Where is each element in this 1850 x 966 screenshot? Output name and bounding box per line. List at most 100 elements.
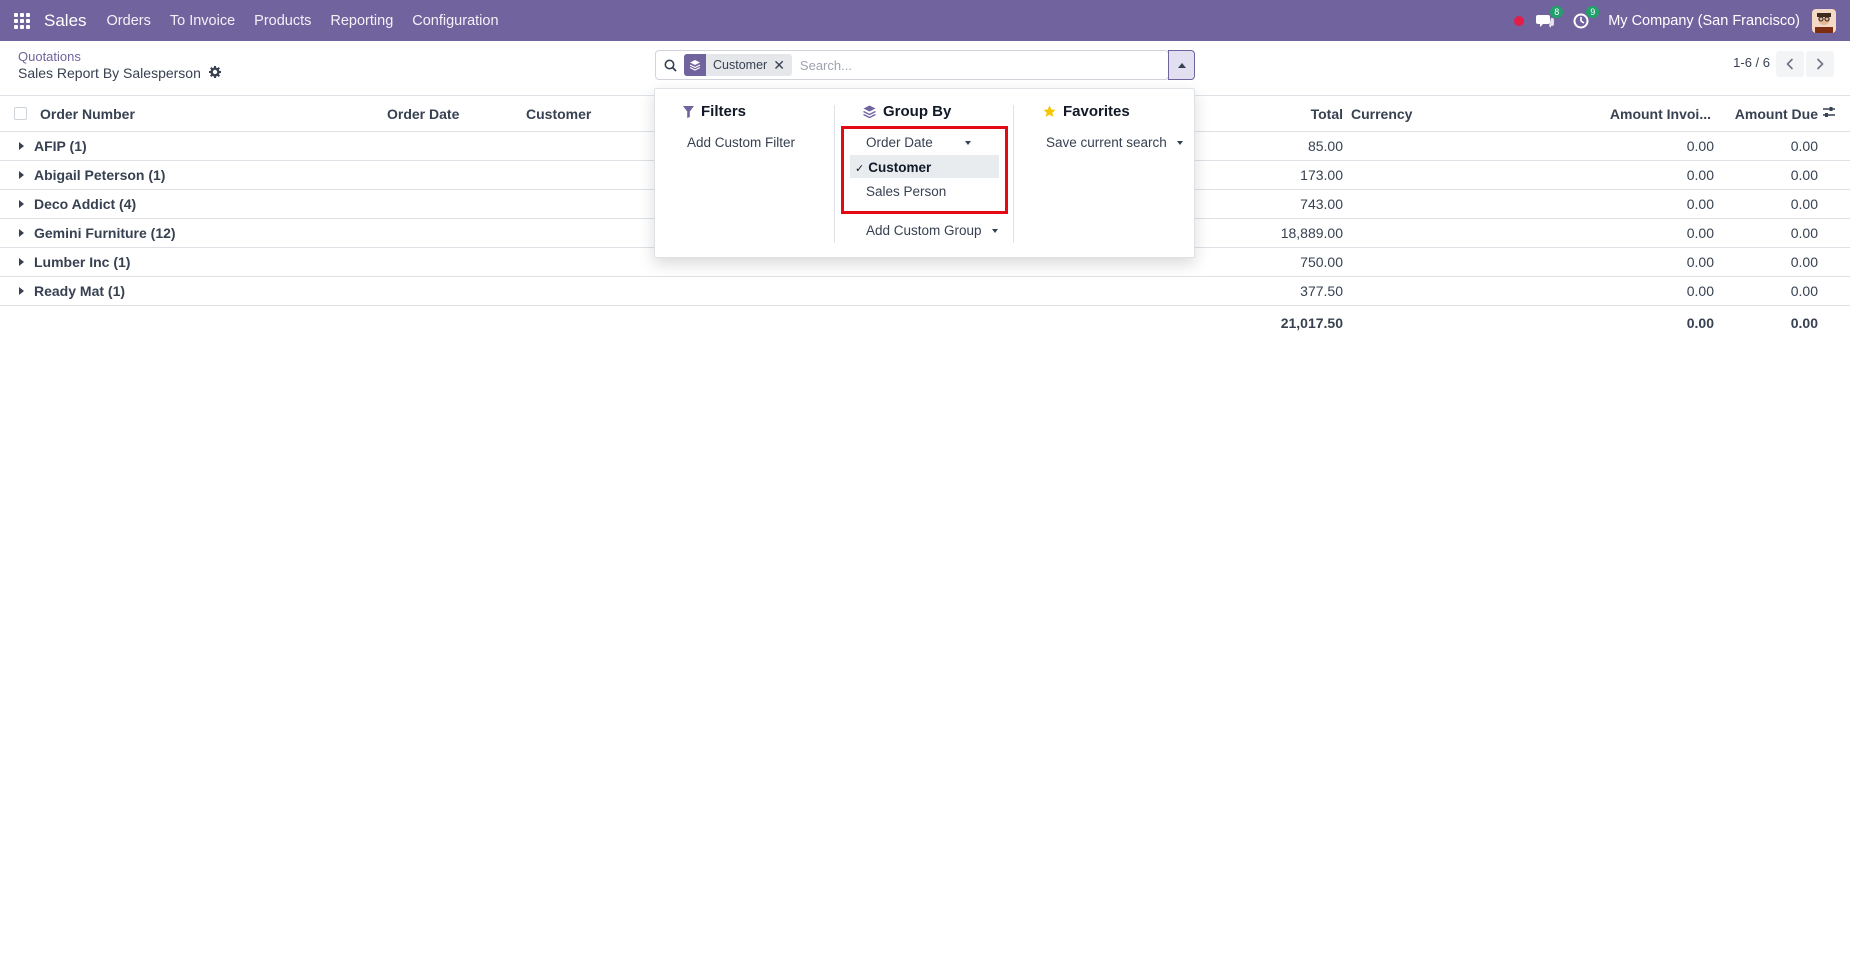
favorites-section: Favorites <box>1043 103 1130 120</box>
search-bar: Customer ✕ <box>655 50 1169 80</box>
filters-section: Filters <box>683 103 746 120</box>
group-total: 743.00 <box>1300 196 1343 212</box>
page-title-text: Sales Report By Salesperson <box>18 65 201 81</box>
footer-total: 21,017.50 <box>1280 315 1343 331</box>
header-customer[interactable]: Customer <box>526 106 591 122</box>
group-invoiced: 0.00 <box>1686 138 1714 154</box>
pager-next-button[interactable] <box>1806 51 1834 77</box>
divider <box>834 105 835 243</box>
search-panel-dropdown: Filters Add Custom Filter Group By Order… <box>654 88 1195 258</box>
divider <box>1013 105 1014 243</box>
company-switcher[interactable]: My Company (San Francisco) <box>1608 13 1800 29</box>
recording-icon[interactable] <box>1514 15 1525 26</box>
group-invoiced: 0.00 <box>1686 167 1714 183</box>
chevron-right-icon <box>1816 58 1824 70</box>
header-order-number[interactable]: Order Number <box>40 106 135 122</box>
header-order-date[interactable]: Order Date <box>387 106 459 122</box>
facet-label: Customer <box>713 58 768 72</box>
facet-remove-icon[interactable]: ✕ <box>773 57 792 74</box>
group-total: 750.00 <box>1300 254 1343 270</box>
expand-caret-icon[interactable] <box>19 142 24 150</box>
favorites-title: Favorites <box>1043 103 1130 120</box>
expand-caret-icon[interactable] <box>19 287 24 295</box>
group-due: 0.00 <box>1790 138 1818 154</box>
add-custom-filter[interactable]: Add Custom Filter <box>687 135 795 150</box>
breadcrumb-quotations[interactable]: Quotations <box>18 49 81 64</box>
pager-value[interactable]: 1-6 / 6 <box>1733 55 1770 70</box>
page-title: Sales Report By Salesperson <box>18 65 221 81</box>
search-input[interactable] <box>799 57 1160 73</box>
user-avatar[interactable] <box>1812 8 1836 33</box>
caret-down-icon <box>991 229 998 234</box>
group-invoiced: 0.00 <box>1686 225 1714 241</box>
app-brand[interactable]: Sales <box>44 11 87 31</box>
group-name: Ready Mat (1) <box>34 283 126 299</box>
group-name: Deco Addict (4) <box>34 196 137 212</box>
group-due: 0.00 <box>1790 254 1818 270</box>
footer-due: 0.00 <box>1790 315 1818 331</box>
group-due: 0.00 <box>1790 225 1818 241</box>
caret-up-icon <box>1177 62 1186 68</box>
footer-invoiced: 0.00 <box>1686 315 1714 331</box>
header-total[interactable]: Total <box>1311 106 1343 122</box>
group-name: AFIP (1) <box>34 138 87 154</box>
top-navbar: Sales Orders To Invoice Products Reporti… <box>0 0 1850 41</box>
save-current-search[interactable]: Save current search <box>1046 135 1183 150</box>
group-total: 85.00 <box>1307 138 1343 154</box>
search-panel-toggle-button[interactable] <box>1168 50 1195 80</box>
group-due: 0.00 <box>1790 167 1818 183</box>
expand-caret-icon[interactable] <box>19 200 24 208</box>
group-total: 377.50 <box>1300 283 1343 299</box>
group-due: 0.00 <box>1790 283 1818 299</box>
caret-down-icon <box>1176 141 1183 146</box>
add-custom-group-label: Add Custom Group <box>866 223 982 238</box>
groupby-title: Group By <box>863 103 951 120</box>
column-options-icon[interactable] <box>1822 105 1836 122</box>
activities-clock-icon[interactable]: 9 <box>1572 5 1600 30</box>
groupby-section: Group By <box>863 103 951 120</box>
select-all-checkbox[interactable] <box>14 107 27 120</box>
search-facet-groupby: Customer ✕ <box>684 54 792 76</box>
nav-reporting[interactable]: Reporting <box>330 13 393 29</box>
table-footer: 21,017.50 0.00 0.00 <box>0 306 1850 338</box>
chevron-left-icon <box>1786 58 1794 70</box>
search-icon[interactable] <box>656 59 684 72</box>
apps-menu-icon[interactable] <box>0 0 44 41</box>
star-icon <box>1043 105 1056 118</box>
filter-icon <box>683 105 694 118</box>
filters-title: Filters <box>683 103 746 120</box>
filters-title-text: Filters <box>701 103 747 120</box>
table-row[interactable]: Ready Mat (1) 377.50 0.00 0.00 <box>0 277 1850 306</box>
expand-caret-icon[interactable] <box>19 229 24 237</box>
favorites-title-text: Favorites <box>1063 103 1130 120</box>
nav-orders[interactable]: Orders <box>107 13 151 29</box>
group-due: 0.00 <box>1790 196 1818 212</box>
messages-badge: 8 <box>1550 5 1564 18</box>
header-amount-due[interactable]: Amount Due <box>1735 106 1818 122</box>
expand-caret-icon[interactable] <box>19 171 24 179</box>
layers-icon <box>863 105 876 118</box>
group-name: Abigail Peterson (1) <box>34 167 166 183</box>
add-custom-group[interactable]: Add Custom Group <box>866 223 998 238</box>
gear-icon[interactable] <box>208 65 221 81</box>
groupby-title-text: Group By <box>883 103 952 120</box>
group-invoiced: 0.00 <box>1686 196 1714 212</box>
groupby-highlight-box <box>841 126 1008 214</box>
nav-products[interactable]: Products <box>254 13 311 29</box>
navbar-systray: 8 9 My Company (San Francisco) <box>1514 0 1850 41</box>
group-invoiced: 0.00 <box>1686 254 1714 270</box>
group-name: Gemini Furniture (12) <box>34 225 176 241</box>
nav-to-invoice[interactable]: To Invoice <box>170 13 235 29</box>
layers-icon <box>684 54 706 76</box>
header-currency[interactable]: Currency <box>1351 106 1412 122</box>
activities-badge: 9 <box>1586 5 1600 18</box>
save-current-search-label: Save current search <box>1046 135 1167 150</box>
group-name: Lumber Inc (1) <box>34 254 131 270</box>
pager-previous-button[interactable] <box>1776 51 1804 77</box>
header-amount-invoiced[interactable]: Amount Invoi... <box>1610 106 1711 122</box>
messages-icon[interactable]: 8 <box>1536 5 1564 30</box>
group-total: 18,889.00 <box>1280 225 1343 241</box>
nav-configuration[interactable]: Configuration <box>412 13 498 29</box>
expand-caret-icon[interactable] <box>19 258 24 266</box>
group-total: 173.00 <box>1300 167 1343 183</box>
